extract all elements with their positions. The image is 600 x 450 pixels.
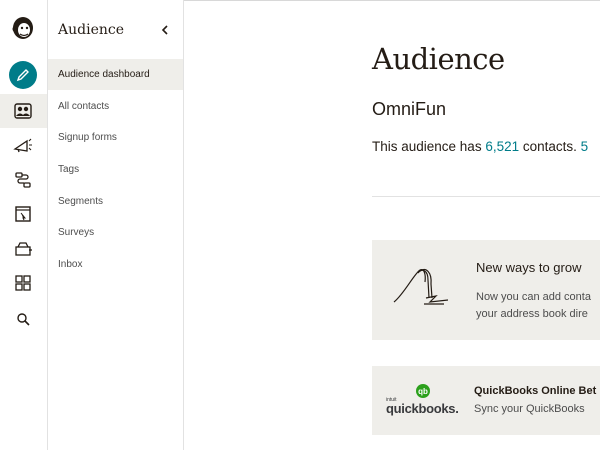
automations-nav-button[interactable] — [8, 165, 38, 195]
summary-trailing-link[interactable]: 5 — [581, 139, 589, 154]
sidebar-item-all-contacts[interactable]: All contacts — [48, 91, 183, 122]
create-pencil-button[interactable] — [9, 61, 37, 89]
collapse-panel-button[interactable] — [158, 22, 172, 38]
contact-count-link[interactable]: 6,521 — [485, 139, 519, 154]
audience-icon — [14, 103, 32, 119]
sidebar-item-surveys[interactable]: Surveys — [48, 217, 183, 248]
sidebar-item-tags[interactable]: Tags — [48, 154, 183, 185]
megaphone-icon — [13, 138, 32, 153]
search-icon — [17, 313, 30, 326]
quickbooks-wordmark: quickbooks. — [386, 401, 459, 416]
main-content: Audience OmniFun This audience has 6,521… — [184, 0, 600, 450]
website-nav-button[interactable] — [8, 199, 38, 229]
website-icon — [15, 206, 31, 222]
card-title: QuickBooks Online Bet — [474, 385, 597, 397]
mailchimp-logo-icon[interactable] — [8, 12, 38, 42]
icon-rail — [0, 0, 48, 450]
quickbooks-logo: qb intuit quickbooks. — [386, 384, 466, 418]
sidebar-item-audience-dashboard[interactable]: Audience dashboard — [48, 59, 183, 90]
card-body-line: your address book dire — [476, 308, 588, 320]
integrations-nav-button[interactable] — [8, 268, 38, 298]
divider — [372, 196, 600, 197]
pencil-icon — [16, 69, 29, 82]
quickbooks-circle-icon: qb — [416, 384, 430, 398]
summary-prefix: This audience has — [372, 139, 486, 154]
audience-summary: This audience has 6,521 contacts. 5 — [372, 139, 588, 154]
card-title: New ways to grow — [476, 260, 582, 275]
new-ways-to-grow-card: New ways to grow Now you can add conta y… — [372, 240, 600, 340]
content-nav-button[interactable] — [8, 234, 38, 264]
audience-name: OmniFun — [372, 99, 447, 119]
sidebar-item-signup-forms[interactable]: Signup forms — [48, 122, 183, 153]
audience-nav-button[interactable] — [8, 96, 38, 126]
automations-icon — [15, 172, 31, 188]
card-body-line: Sync your QuickBooks — [474, 403, 585, 415]
quickbooks-card: qb intuit quickbooks. QuickBooks Online … — [372, 366, 600, 435]
panel-title: Audience — [58, 22, 124, 38]
integrations-grid-icon — [15, 275, 31, 291]
hand-drawing-illustration — [393, 269, 449, 305]
sidebar-item-segments[interactable]: Segments — [48, 186, 183, 217]
sidebar-item-inbox[interactable]: Inbox — [48, 249, 183, 280]
audience-side-panel: Audience Audience dashboard All contacts… — [48, 0, 184, 450]
chevron-left-icon — [161, 25, 168, 35]
content-studio-icon — [15, 242, 32, 256]
search-nav-button[interactable] — [8, 304, 38, 334]
campaigns-nav-button[interactable] — [8, 130, 38, 160]
summary-suffix: contacts. — [519, 139, 581, 154]
card-body-line: Now you can add conta — [476, 291, 591, 303]
page-title: Audience — [372, 42, 505, 76]
